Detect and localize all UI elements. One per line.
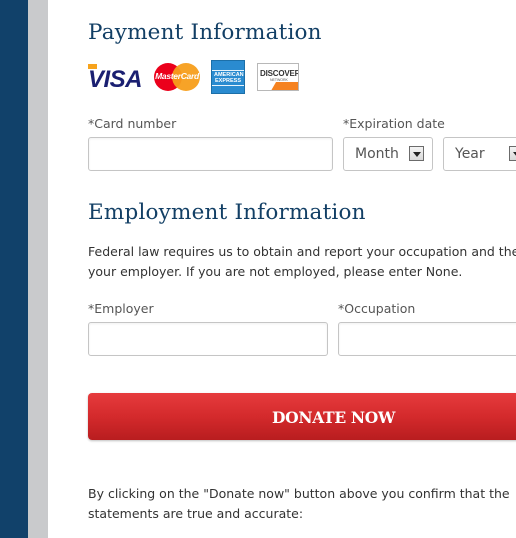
donation-form: Payment Information VISA MasterCard AMER… xyxy=(48,0,516,538)
expiration-month-select[interactable]: Month xyxy=(343,137,433,171)
expiration-year-select[interactable]: Year xyxy=(443,137,516,171)
donate-now-button[interactable]: DONATE NOW xyxy=(88,393,516,440)
card-number-label: *Card number xyxy=(88,116,177,131)
employer-label: *Employer xyxy=(88,301,154,316)
expiration-month-value: Month xyxy=(355,146,399,162)
sidebar-gray-strip xyxy=(28,0,48,538)
visa-logo-icon: VISA xyxy=(88,64,143,93)
employment-section-title: Employment Information xyxy=(88,200,366,225)
occupation-label: *Occupation xyxy=(338,301,416,316)
occupation-input[interactable] xyxy=(338,322,516,356)
footer-line: statements are true and accurate: xyxy=(88,506,304,521)
expiration-date-label: *Expiration date xyxy=(343,116,445,131)
payment-section-title: Payment Information xyxy=(88,20,322,45)
mastercard-logo-icon: MasterCard xyxy=(154,63,200,91)
discover-logo-icon: DISCOVER NETWORK xyxy=(257,63,299,91)
expiration-year-value: Year xyxy=(455,146,485,162)
employment-description: Federal law requires us to obtain and re… xyxy=(88,242,516,281)
employment-description-line: your employer. If you are not employed, … xyxy=(88,263,463,279)
amex-logo-icon: AMERICAN EXPRESS xyxy=(211,60,245,94)
employer-input[interactable] xyxy=(88,322,328,356)
chevron-down-icon[interactable] xyxy=(509,146,516,161)
footer-confirmation-text: By clicking on the "Donate now" button a… xyxy=(88,484,516,524)
footer-line: By clicking on the "Donate now" button a… xyxy=(88,486,510,501)
card-number-input[interactable] xyxy=(88,137,333,171)
sidebar-dark-strip xyxy=(0,0,28,538)
employment-description-line: Federal law requires us to obtain and re… xyxy=(88,244,516,259)
chevron-down-icon[interactable] xyxy=(409,146,424,161)
